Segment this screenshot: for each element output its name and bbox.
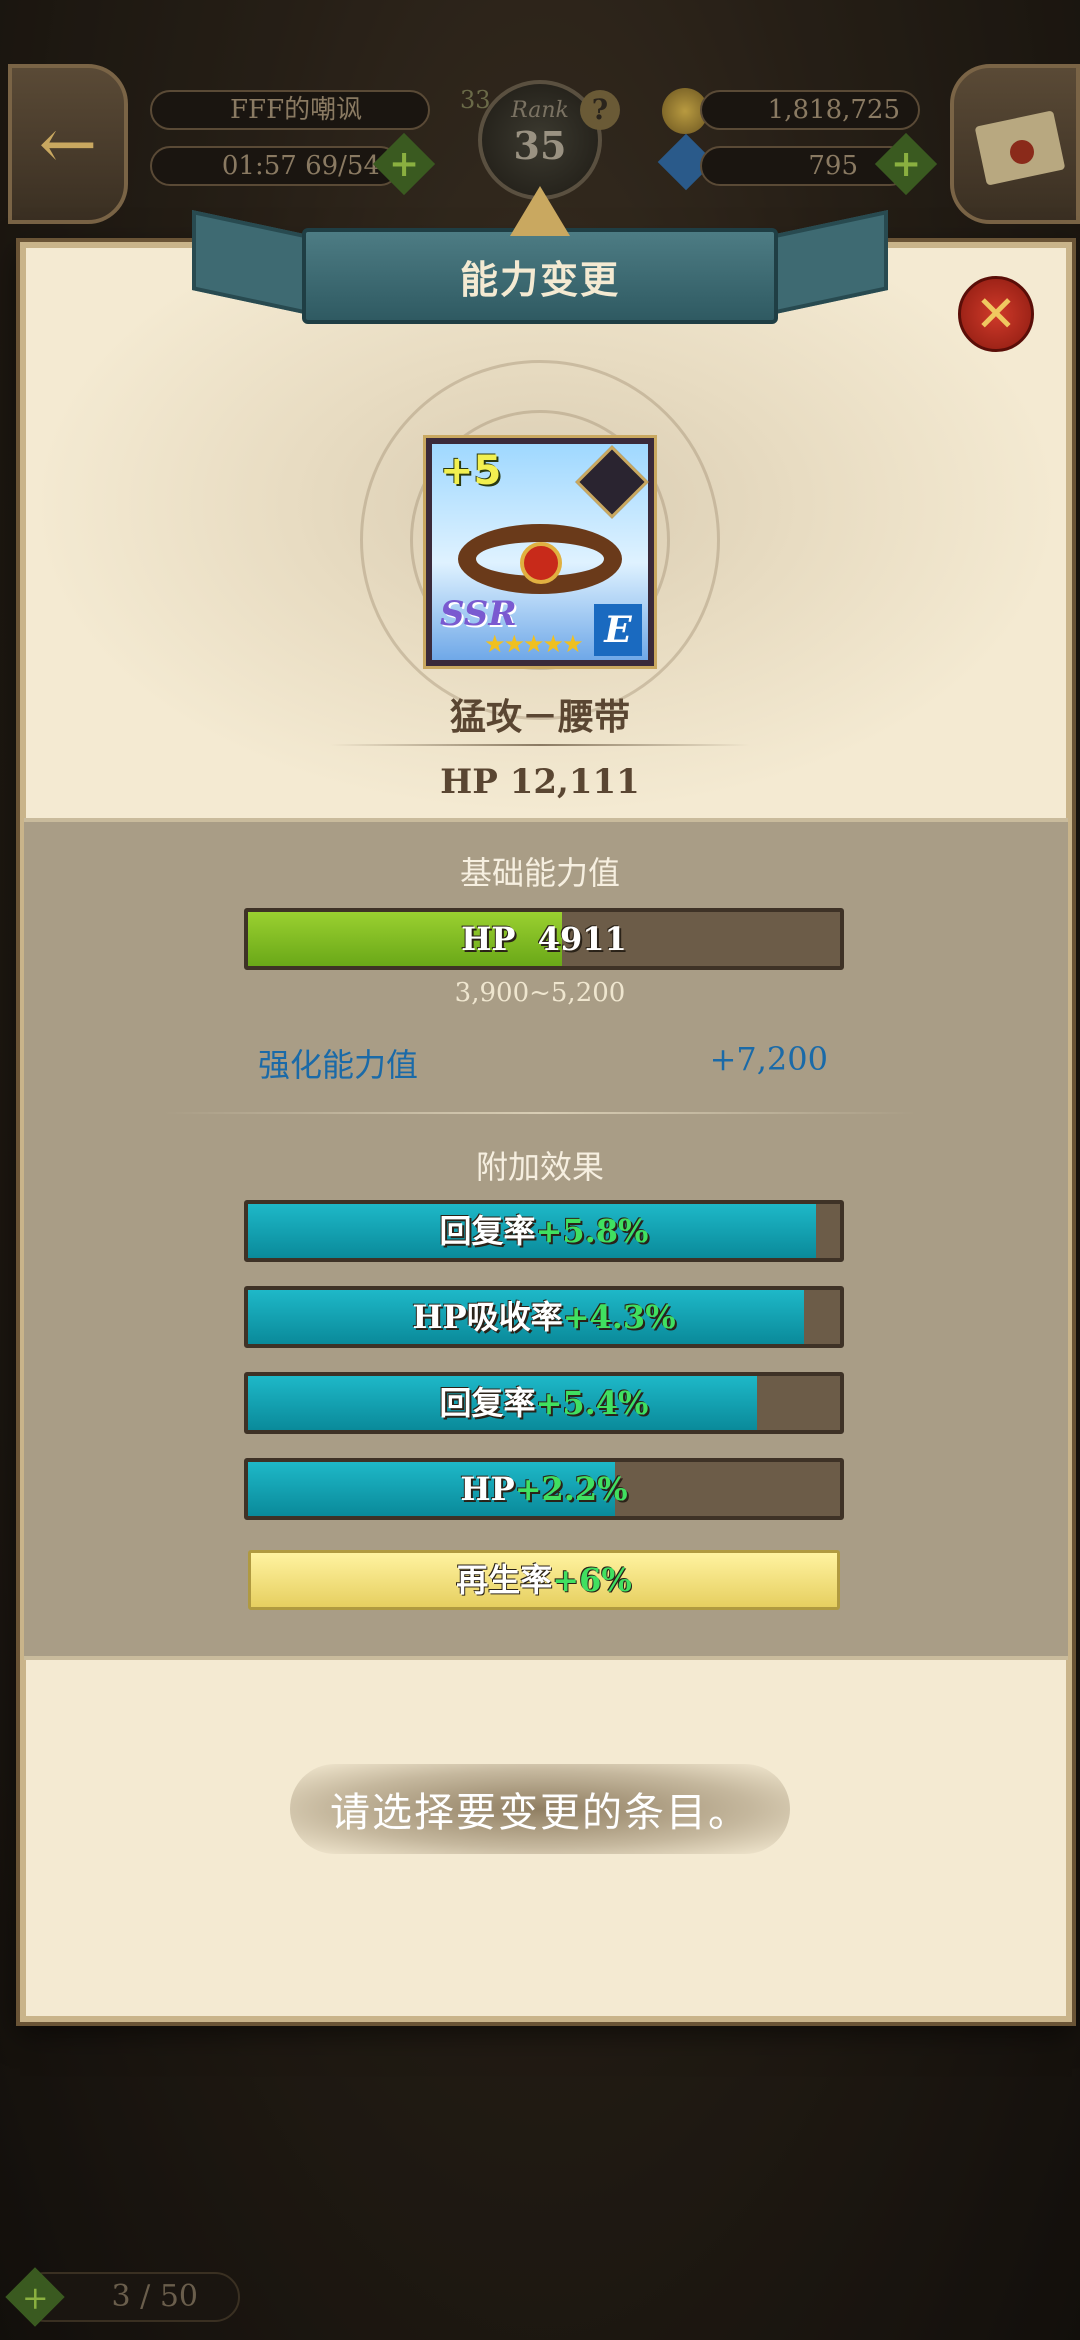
back-button[interactable]: ← — [8, 64, 128, 224]
extra-effect-value: +4.3% — [562, 1298, 676, 1336]
extra-effect-row[interactable]: 回复率+5.4% — [244, 1372, 844, 1434]
item-total-stat: HP 12,111 — [440, 762, 640, 802]
extra-effect-text: HP吸收率+4.3% — [248, 1290, 840, 1344]
base-hp-text: HP 4911 — [248, 912, 840, 966]
enhance-stat-value: +7,200 — [709, 1040, 828, 1078]
extra-effect-row[interactable]: 回复率+5.8% — [244, 1200, 844, 1262]
star-rating: ★★★★★ — [484, 630, 584, 658]
top-hud: ← FFF的嘲讽 01:57 69/54 + 33 Rank 35 ? 1,81… — [0, 0, 1080, 224]
gold-amount: 1,818,725 — [767, 95, 900, 125]
dialog-title: 能力变更 — [302, 228, 778, 324]
base-hp-range: 3,900~5,200 — [454, 978, 626, 1008]
rank-value: 35 — [513, 123, 567, 168]
rarity-badge: SSR — [440, 594, 517, 634]
close-icon: ✕ — [975, 285, 1017, 343]
close-button[interactable]: ✕ — [958, 276, 1034, 352]
locked-effect-label: 再生率 — [456, 1561, 553, 1599]
extra-effect-value: +5.8% — [535, 1212, 649, 1250]
help-icon[interactable]: ? — [580, 90, 620, 130]
extra-effect-row[interactable]: HP+2.2% — [244, 1458, 844, 1520]
wax-seal-icon — [1010, 140, 1034, 164]
back-arrow-icon: ← — [38, 103, 98, 185]
extra-effect-label: 回复率 — [439, 1384, 536, 1422]
stamina-bar: 01:57 69/54 — [150, 146, 400, 186]
element-badge: E — [594, 604, 642, 656]
gold-bar: 1,818,725 — [700, 90, 920, 130]
stamina-value: 69/54 — [305, 151, 380, 181]
stamina-time: 01:57 — [221, 151, 297, 181]
item-card[interactable]: +5 SSR ★★★★★ E — [426, 438, 654, 666]
base-hp-label: HP — [461, 920, 516, 958]
base-hp-bar: HP 4911 — [244, 908, 844, 970]
locked-effect-row: 再生率+6% — [248, 1550, 840, 1610]
name-divider — [330, 744, 750, 746]
player-name: FFF的嘲讽 — [230, 95, 363, 125]
instruction-prompt: 请选择要变更的条目。 — [330, 1790, 750, 1836]
extra-effect-value: +5.4% — [535, 1384, 649, 1422]
extra-effect-text: 回复率+5.8% — [248, 1204, 840, 1258]
extra-effect-text: 回复率+5.4% — [248, 1376, 840, 1430]
sword-type-icon — [575, 445, 649, 519]
extra-effect-label: HP吸收率 — [412, 1298, 563, 1336]
extra-effect-label: 回复率 — [439, 1212, 536, 1250]
item-name: 猛攻－腰带 — [449, 697, 630, 738]
locked-effect-text: 再生率+6% — [251, 1553, 837, 1607]
enhance-stat-label: 强化能力值 — [258, 1046, 419, 1084]
belt-buckle — [520, 542, 562, 584]
extra-effect-row[interactable]: HP吸收率+4.3% — [244, 1286, 844, 1348]
locked-effect-value: +6% — [552, 1561, 632, 1599]
extra-effect-text: HP+2.2% — [248, 1462, 840, 1516]
title-ribbon: 能力变更 — [192, 186, 888, 328]
extra-effect-label: HP — [460, 1470, 515, 1508]
section-divider — [164, 1112, 916, 1114]
base-hp-value: 4911 — [537, 920, 627, 958]
gem-amount: 795 — [808, 151, 858, 181]
enhance-level: +5 — [440, 448, 502, 494]
player-name-bar: FFF的嘲讽 — [150, 90, 430, 130]
base-stats-heading: 基础能力值 — [459, 854, 620, 892]
extra-effects-heading: 附加效果 — [475, 1148, 604, 1186]
extra-effect-value: +2.2% — [514, 1470, 628, 1508]
mail-button[interactable] — [950, 64, 1080, 224]
